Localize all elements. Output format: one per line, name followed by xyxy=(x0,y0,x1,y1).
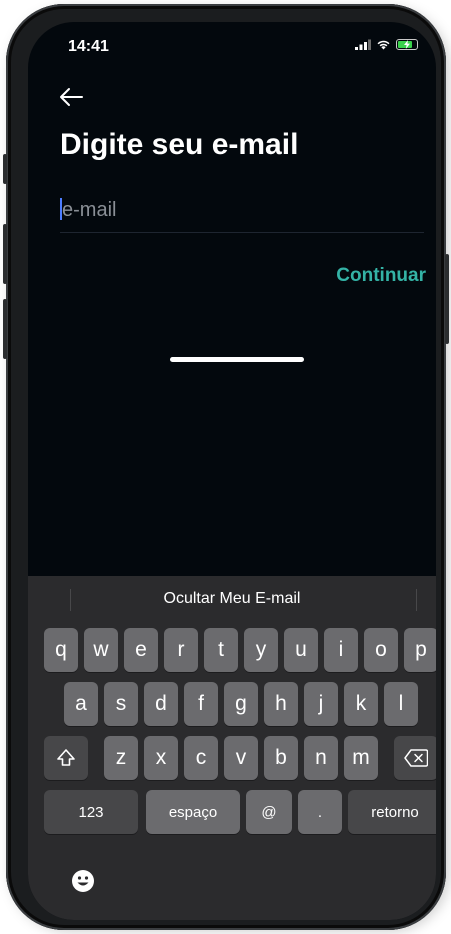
keyboard-row-2: a s d f g h j k l xyxy=(28,682,436,726)
mute-switch xyxy=(3,154,7,184)
key-d[interactable]: d xyxy=(144,682,178,726)
page-title: Digite seu e-mail xyxy=(60,128,299,161)
key-r[interactable]: r xyxy=(164,628,198,672)
key-h[interactable]: h xyxy=(264,682,298,726)
key-y[interactable]: y xyxy=(244,628,278,672)
screen: 14:41 Digite seu e-mail e-mail Continuar… xyxy=(28,22,436,920)
key-g[interactable]: g xyxy=(224,682,258,726)
home-indicator[interactable] xyxy=(170,357,304,362)
dot-key[interactable]: . xyxy=(298,790,342,834)
key-v[interactable]: v xyxy=(224,736,258,780)
key-z[interactable]: z xyxy=(104,736,138,780)
key-l[interactable]: l xyxy=(384,682,418,726)
status-bar: 14:41 xyxy=(28,22,436,72)
numbers-key[interactable]: 123 xyxy=(44,790,138,834)
key-u[interactable]: u xyxy=(284,628,318,672)
keyboard-bottom-bar xyxy=(28,856,436,920)
hide-my-email-suggestion[interactable]: Ocultar Meu E-mail xyxy=(164,590,301,608)
key-w[interactable]: w xyxy=(84,628,118,672)
key-n[interactable]: n xyxy=(304,736,338,780)
keyboard-row-3: z x c v b n m xyxy=(28,736,436,780)
signal-icon xyxy=(355,39,371,50)
emoji-icon[interactable] xyxy=(70,868,96,894)
email-field-container xyxy=(60,192,426,233)
key-b[interactable]: b xyxy=(264,736,298,780)
phone-frame: 14:41 Digite seu e-mail e-mail Continuar… xyxy=(3,4,449,930)
key-a[interactable]: a xyxy=(64,682,98,726)
suggestion-divider xyxy=(70,589,71,611)
keyboard-row-4: 123 espaço @ . retorno xyxy=(28,790,436,834)
key-i[interactable]: i xyxy=(324,628,358,672)
volume-up-button xyxy=(3,224,7,284)
battery-charging-icon xyxy=(396,39,418,50)
status-icons xyxy=(355,39,418,50)
keyboard-suggestion-bar: Ocultar Meu E-mail xyxy=(28,576,436,622)
arrow-left-icon[interactable] xyxy=(58,84,88,110)
keyboard: Ocultar Meu E-mail q w e r t y u i o p a… xyxy=(28,576,436,920)
return-key[interactable]: retorno xyxy=(348,790,436,834)
power-button xyxy=(445,254,449,344)
key-t[interactable]: t xyxy=(204,628,238,672)
volume-down-button xyxy=(3,299,7,359)
suggestion-divider xyxy=(416,589,417,611)
email-field[interactable] xyxy=(60,192,426,228)
key-f[interactable]: f xyxy=(184,682,218,726)
continue-button[interactable]: Continuar xyxy=(336,265,426,287)
key-m[interactable]: m xyxy=(344,736,378,780)
key-p[interactable]: p xyxy=(404,628,436,672)
space-key[interactable]: espaço xyxy=(146,790,240,834)
key-q[interactable]: q xyxy=(44,628,78,672)
wifi-icon xyxy=(377,40,390,50)
key-c[interactable]: c xyxy=(184,736,218,780)
key-x[interactable]: x xyxy=(144,736,178,780)
status-time: 14:41 xyxy=(68,38,109,55)
key-k[interactable]: k xyxy=(344,682,378,726)
shift-icon[interactable] xyxy=(44,736,88,780)
keyboard-row-1: q w e r t y u i o p xyxy=(28,628,436,672)
key-j[interactable]: j xyxy=(304,682,338,726)
key-o[interactable]: o xyxy=(364,628,398,672)
key-e[interactable]: e xyxy=(124,628,158,672)
at-key[interactable]: @ xyxy=(246,790,292,834)
key-s[interactable]: s xyxy=(104,682,138,726)
backspace-icon[interactable] xyxy=(394,736,436,780)
